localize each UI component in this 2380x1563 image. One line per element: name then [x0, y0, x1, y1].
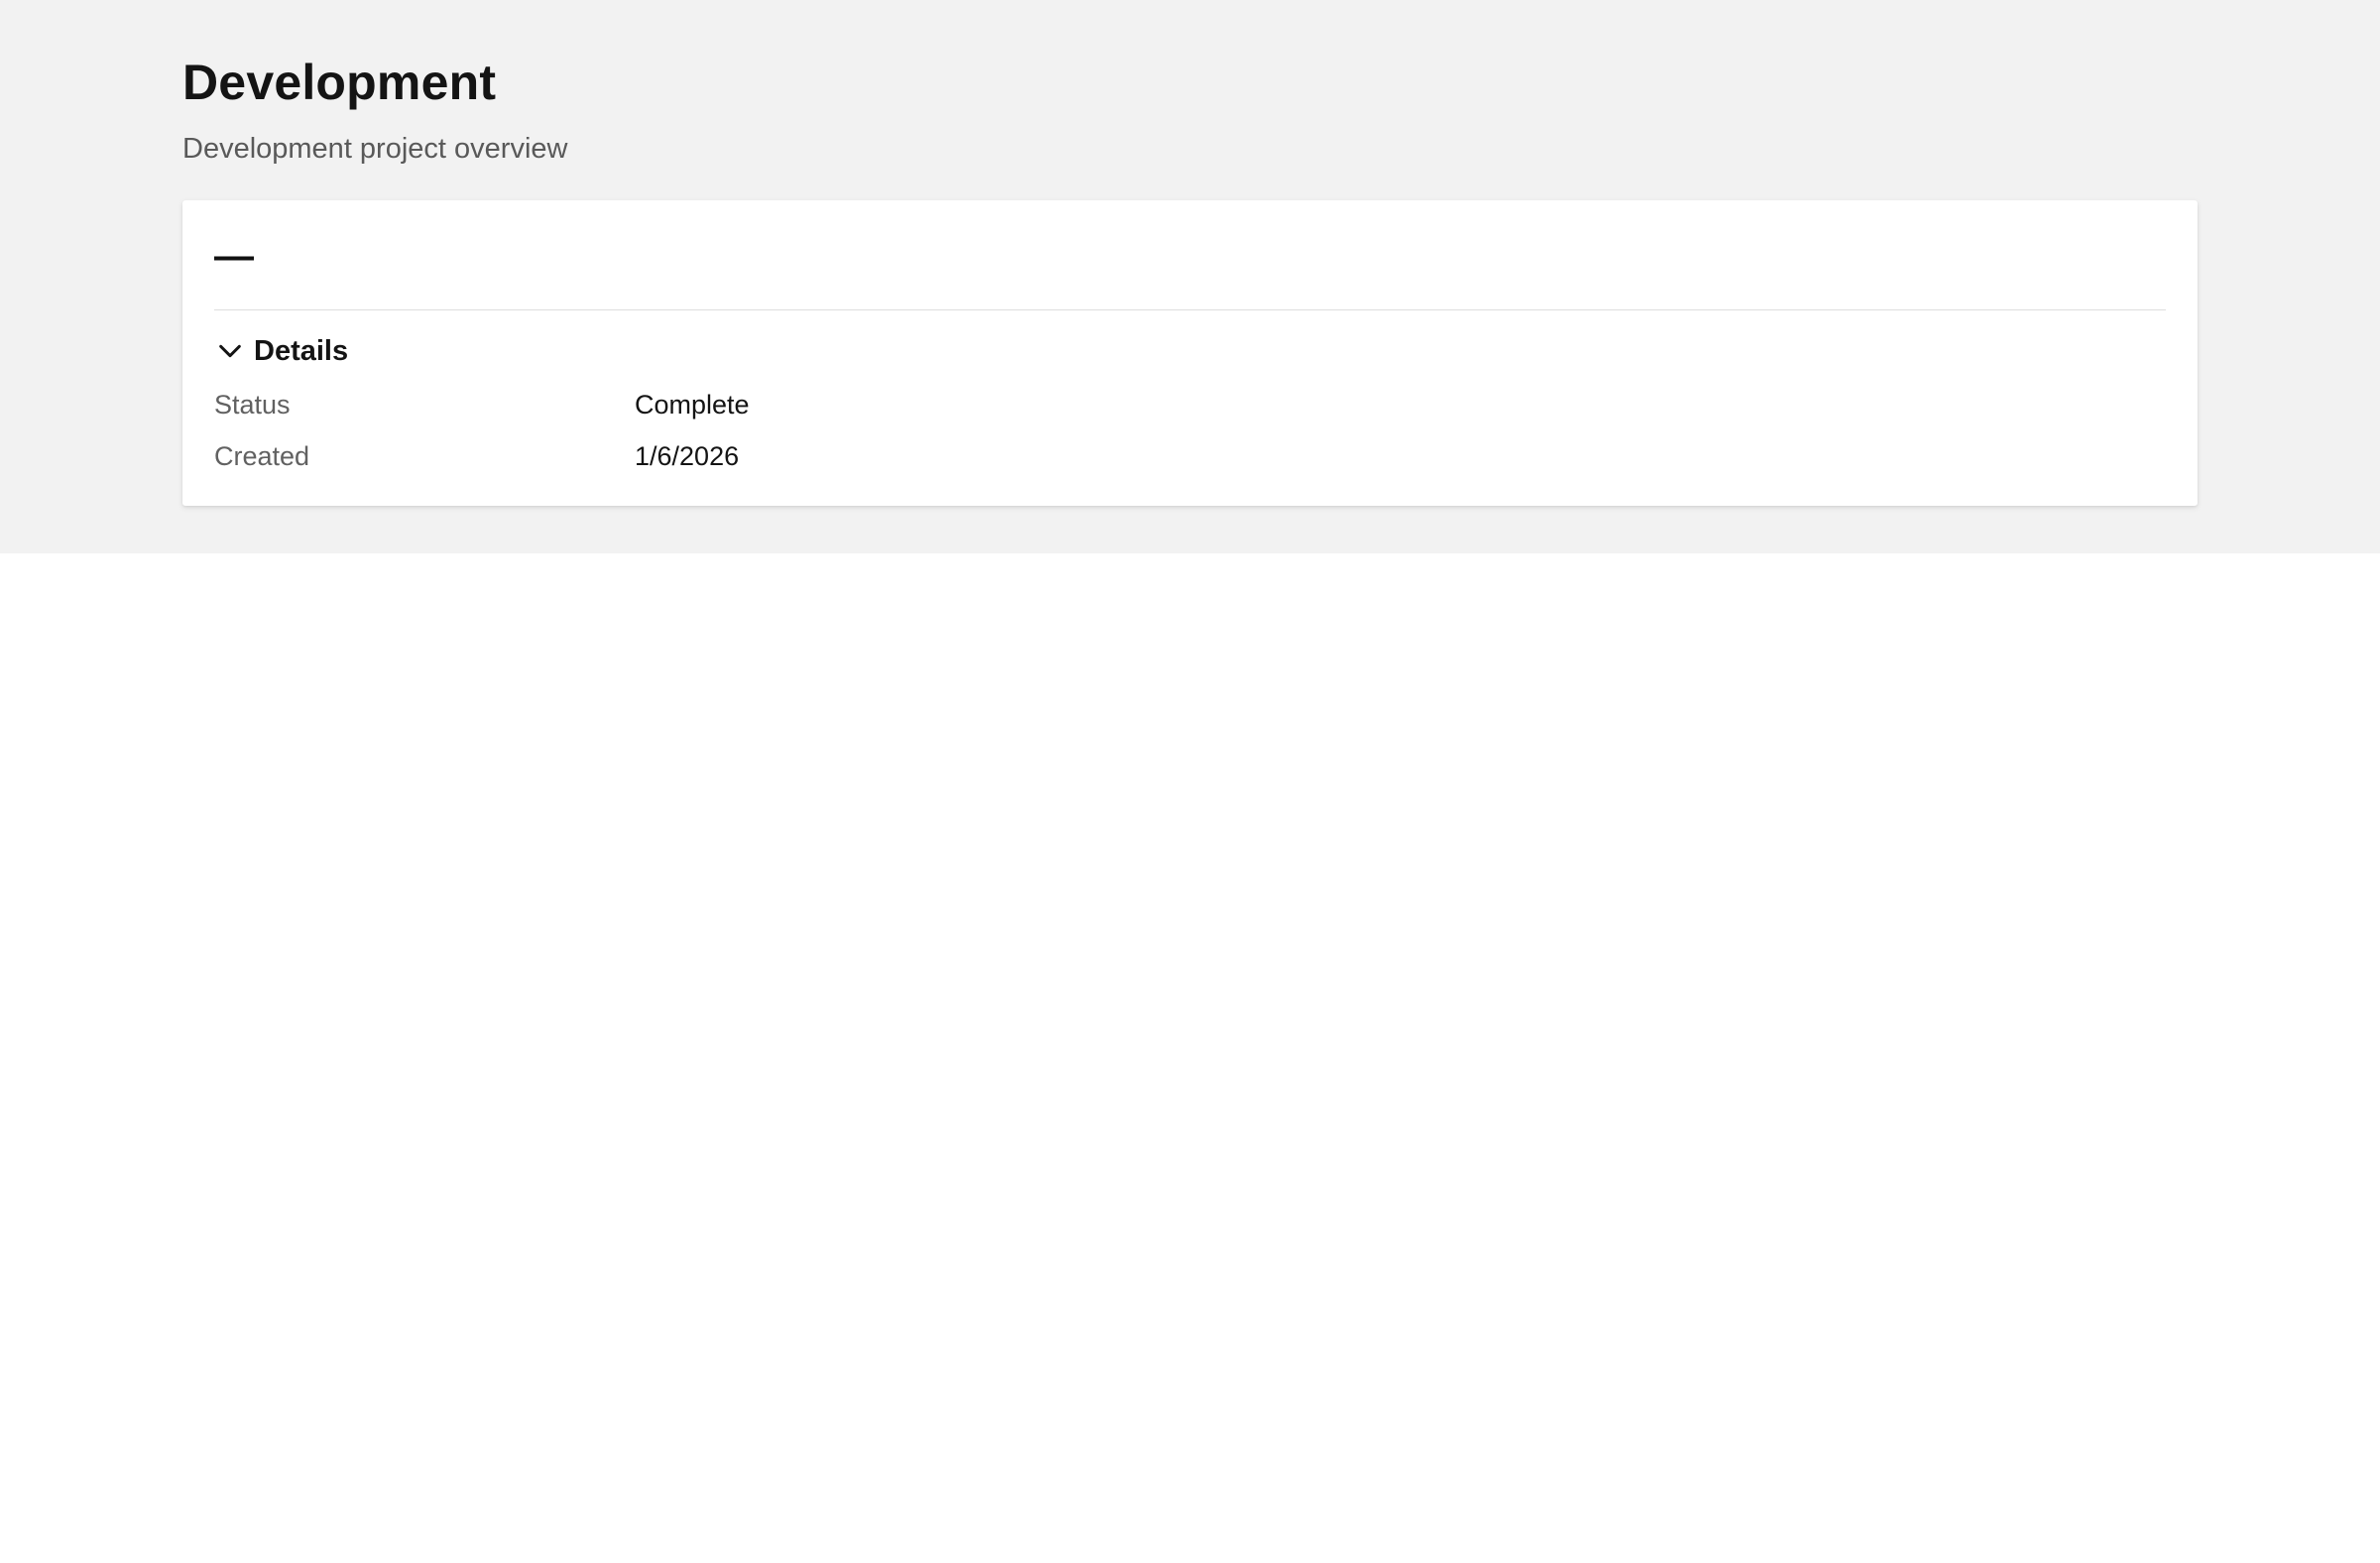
page-title: Development [182, 55, 497, 110]
status-label: Status [214, 389, 291, 420]
page-subtitle: Development project overview [182, 133, 568, 165]
status-value: Complete [635, 389, 750, 420]
divider [214, 309, 2166, 310]
created-value: 1/6/2026 [635, 440, 740, 471]
detail-row-status: Status Complete [214, 383, 2166, 426]
page-header: Development Development project overview… [0, 0, 2380, 553]
card-heading: — [214, 234, 254, 278]
details-section-label: Details [254, 334, 349, 367]
details-card: — Details Status Complete Created 1/6/20… [182, 200, 2198, 506]
details-section-toggle[interactable]: Details [214, 329, 348, 373]
created-label: Created [214, 440, 310, 471]
detail-row-created: Created 1/6/2026 [214, 434, 2166, 478]
chevron-down-icon [219, 344, 241, 358]
